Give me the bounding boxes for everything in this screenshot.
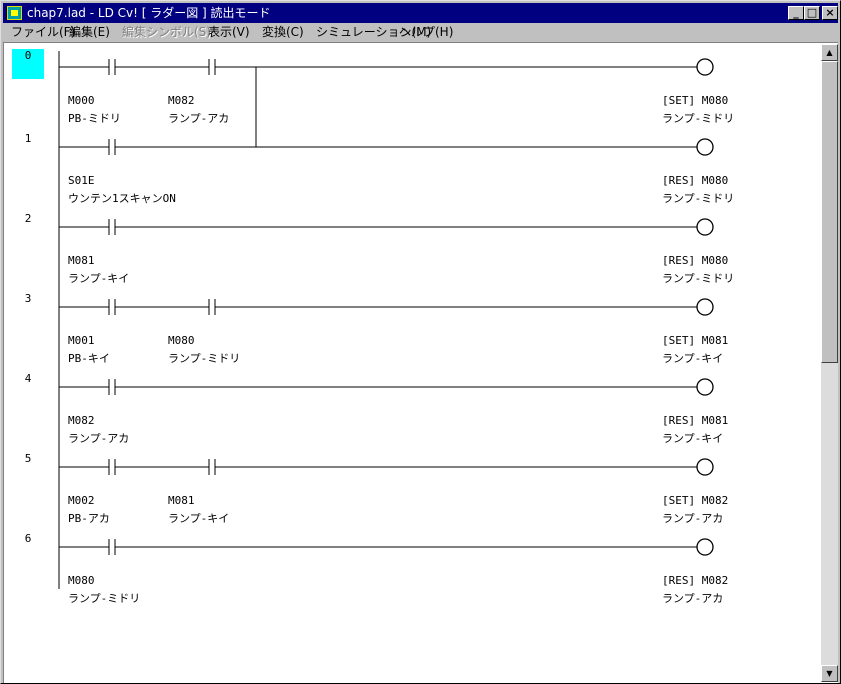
contact-address: M082 — [68, 414, 95, 427]
rung-number: 0 — [25, 49, 32, 62]
coil[interactable] — [696, 58, 714, 76]
contact-m000[interactable] — [108, 59, 116, 75]
coil-instruction: [RES] M080 — [662, 254, 728, 267]
contact-comment: PB-ミドリ — [68, 112, 121, 125]
rung-number: 4 — [25, 372, 32, 385]
contact-comment: ランプ-キイ — [68, 272, 129, 285]
menu-help[interactable]: ヘルプ(H) — [399, 25, 453, 39]
scroll-thumb[interactable] — [821, 61, 838, 363]
coil-instruction: [RES] M080 — [662, 174, 728, 187]
contact-m001[interactable] — [108, 299, 116, 315]
rung-5[interactable]: 5 M002 PB-アカ M081 ランプ-キイ [SET] M082 ランプ-アカ — [25, 452, 729, 525]
coil-instruction: [SET] M081 — [662, 334, 728, 347]
coil[interactable] — [696, 298, 714, 316]
coil-instruction: [SET] M080 — [662, 94, 728, 107]
rung-4[interactable]: 4 M082 ランプ-アカ [RES] M081 ランプ-キイ — [25, 372, 729, 445]
rung-number: 5 — [25, 452, 32, 465]
contact-address: M001 — [68, 334, 95, 347]
contact-address: M081 — [168, 494, 195, 507]
contact-m080[interactable] — [108, 539, 116, 555]
rung-2[interactable]: 2 M081 ランプ-キイ [RES] M080 ランプ-ミドリ — [25, 212, 735, 285]
coil-comment: ランプ-キイ — [662, 352, 723, 365]
application-window: chap7.lad - LD Cv! [ ラダー図 ] 読出モード _ □ × … — [0, 0, 841, 684]
contact-m081[interactable] — [108, 219, 116, 235]
coil-comment: ランプ-アカ — [662, 592, 723, 605]
contact-m081[interactable] — [208, 459, 216, 475]
close-button[interactable]: × — [822, 6, 838, 20]
rung-1[interactable]: 1 S01E ウンテン1スキャンON [RES] M080 ランプ-ミドリ — [25, 132, 735, 205]
coil[interactable] — [696, 218, 714, 236]
rung-number: 2 — [25, 212, 32, 225]
contact-comment: ランプ-アカ — [168, 112, 229, 125]
scroll-up-button[interactable]: ▲ — [821, 44, 838, 61]
ladder-view: 0 M000 PB-ミドリ M082 ランプ-アカ [SET] M080 ランプ-ミドリ 1 S… — [3, 42, 838, 683]
menu-view[interactable]: 表示(V) — [208, 25, 250, 39]
contact-address: M000 — [68, 94, 95, 107]
menu-edit-symbol[interactable]: 編集シンボル(S) — [122, 25, 211, 39]
contact-m082[interactable] — [108, 379, 116, 395]
coil[interactable] — [696, 458, 714, 476]
coil-instruction: [SET] M082 — [662, 494, 728, 507]
scroll-down-button[interactable]: ▼ — [821, 665, 838, 682]
menu-convert[interactable]: 変換(C) — [262, 25, 304, 39]
window-title: chap7.lad - LD Cv! [ ラダー図 ] 読出モード — [27, 6, 271, 20]
contact-comment: ウンテン1スキャンON — [68, 192, 176, 205]
coil-comment: ランプ-ミドリ — [662, 192, 734, 205]
coil[interactable] — [696, 138, 714, 156]
contact-address: S01E — [68, 174, 95, 187]
minimize-button[interactable]: _ — [788, 6, 804, 20]
rung-number: 1 — [25, 132, 32, 145]
contact-comment: PB-キイ — [68, 352, 110, 365]
menu-edit[interactable]: 編集(E) — [69, 25, 110, 39]
rung-3[interactable]: 3 M001 PB-キイ M080 ランプ-ミドリ [SET] M081 ランプ-キイ — [25, 292, 729, 365]
coil-comment: ランプ-ミドリ — [662, 112, 734, 125]
rung-0[interactable]: 0 M000 PB-ミドリ M082 ランプ-アカ [SET] M080 ランプ-ミドリ — [12, 49, 734, 155]
contact-m002[interactable] — [108, 459, 116, 475]
title-bar[interactable]: chap7.lad - LD Cv! [ ラダー図 ] 読出モード _ □ × — [3, 3, 838, 23]
coil-instruction: [RES] M081 — [662, 414, 728, 427]
contact-comment: PB-アカ — [68, 512, 110, 525]
contact-address: M080 — [68, 574, 95, 587]
contact-comment: ランプ-キイ — [168, 512, 229, 525]
contact-address: M082 — [168, 94, 195, 107]
ladder-diagram[interactable]: 0 M000 PB-ミドリ M082 ランプ-アカ [SET] M080 ランプ-ミドリ 1 S… — [4, 43, 819, 682]
contact-comment: ランプ-ミドリ — [168, 352, 240, 365]
coil[interactable] — [696, 538, 714, 556]
rung-number: 6 — [25, 532, 32, 545]
contact-comment: ランプ-ミドリ — [68, 592, 140, 605]
contact-address: M080 — [168, 334, 195, 347]
coil-comment: ランプ-ミドリ — [662, 272, 734, 285]
coil[interactable] — [696, 378, 714, 396]
coil-comment: ランプ-キイ — [662, 432, 723, 445]
contact-address: M002 — [68, 494, 95, 507]
contact-comment: ランプ-アカ — [68, 432, 129, 445]
contact-s01e[interactable] — [108, 139, 116, 155]
contact-m082[interactable] — [208, 59, 216, 75]
maximize-button[interactable]: □ — [804, 6, 820, 20]
coil-comment: ランプ-アカ — [662, 512, 723, 525]
contact-address: M081 — [68, 254, 95, 267]
contact-m080[interactable] — [108, 139, 116, 155]
rung-number: 3 — [25, 292, 32, 305]
coil-instruction: [RES] M082 — [662, 574, 728, 587]
vertical-scrollbar[interactable]: ▲ ▼ — [821, 44, 838, 682]
menu-bar: ファイル(F) 編集(E) 編集シンボル(S) 表示(V) 変換(C) シミュレ… — [3, 23, 838, 42]
contact-m080[interactable] — [208, 299, 216, 315]
rung-6[interactable]: 6 M080 ランプ-ミドリ [RES] M082 ランプ-アカ — [25, 532, 729, 605]
menu-file[interactable]: ファイル(F) — [11, 25, 75, 39]
app-icon[interactable] — [7, 6, 22, 20]
